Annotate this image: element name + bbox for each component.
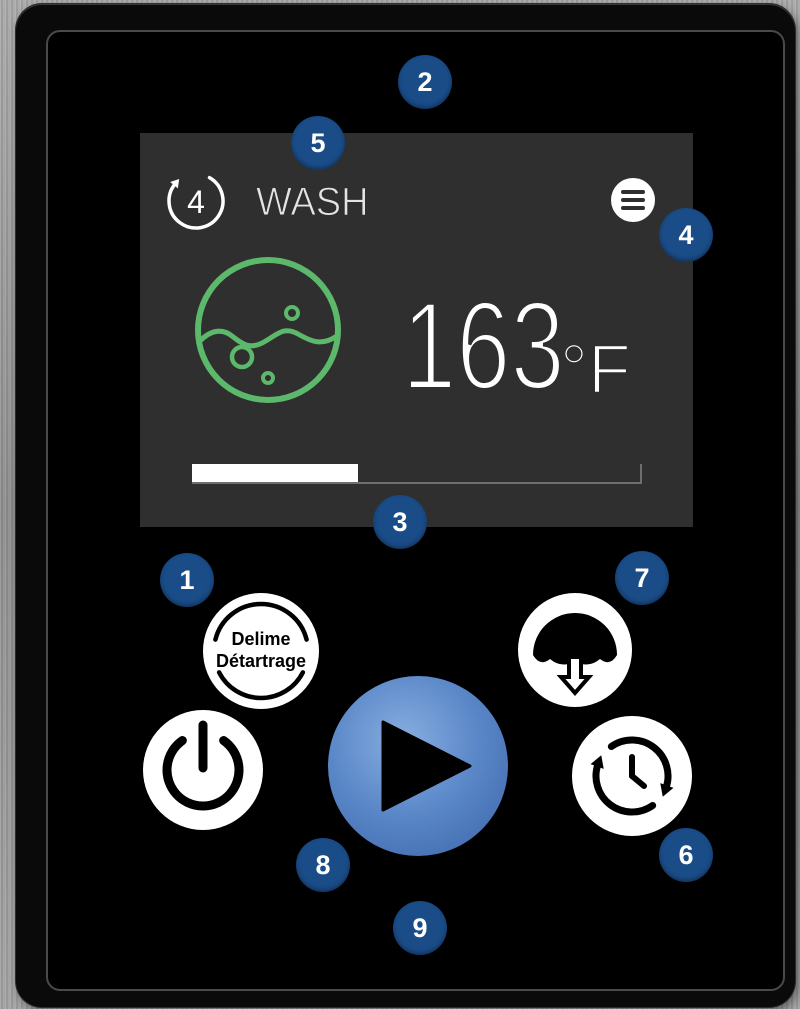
temperature-value: 163 [400, 277, 566, 416]
callout-7: 7 [615, 551, 669, 605]
callout-1: 1 [160, 553, 214, 607]
cycle-label: WASH [256, 180, 370, 224]
water-wave [196, 328, 340, 349]
callout-3: 3 [373, 495, 427, 549]
temperature-unit: °F [559, 330, 632, 408]
display-screen: 4 WASH 163 °F [140, 133, 693, 527]
bubble [261, 371, 275, 385]
callout-4: 4 [659, 208, 713, 262]
callout-5: 5 [291, 116, 345, 170]
delime-icon: Delime Détartrage [203, 593, 319, 709]
delime-button[interactable]: Delime Détartrage [202, 592, 320, 710]
power-button[interactable] [143, 710, 263, 830]
progress-bar [192, 464, 642, 484]
detartrage-label: Détartrage [216, 651, 306, 671]
bubble [284, 305, 300, 321]
play-triangle [381, 720, 472, 812]
cycle-step-number: 4 [187, 184, 205, 220]
play-icon [381, 720, 472, 812]
callout-2: 2 [398, 55, 452, 109]
cycle-step-icon: 4 [167, 175, 225, 230]
drain-button[interactable] [518, 593, 632, 707]
cycle-timer-button[interactable] [572, 716, 692, 836]
bubble [229, 344, 255, 370]
callout-8: 8 [296, 838, 350, 892]
start-button[interactable] [328, 676, 508, 856]
delime-label: Delime [231, 629, 290, 649]
callout-9: 9 [393, 901, 447, 955]
callout-6: 6 [659, 828, 713, 882]
drain-icon [518, 593, 632, 707]
progress-fill [192, 464, 358, 482]
menu-button[interactable] [611, 178, 655, 222]
menu-icon [611, 178, 655, 222]
wash-water-icon [195, 257, 341, 403]
cycle-timer-icon [572, 716, 692, 836]
power-icon [143, 710, 263, 830]
